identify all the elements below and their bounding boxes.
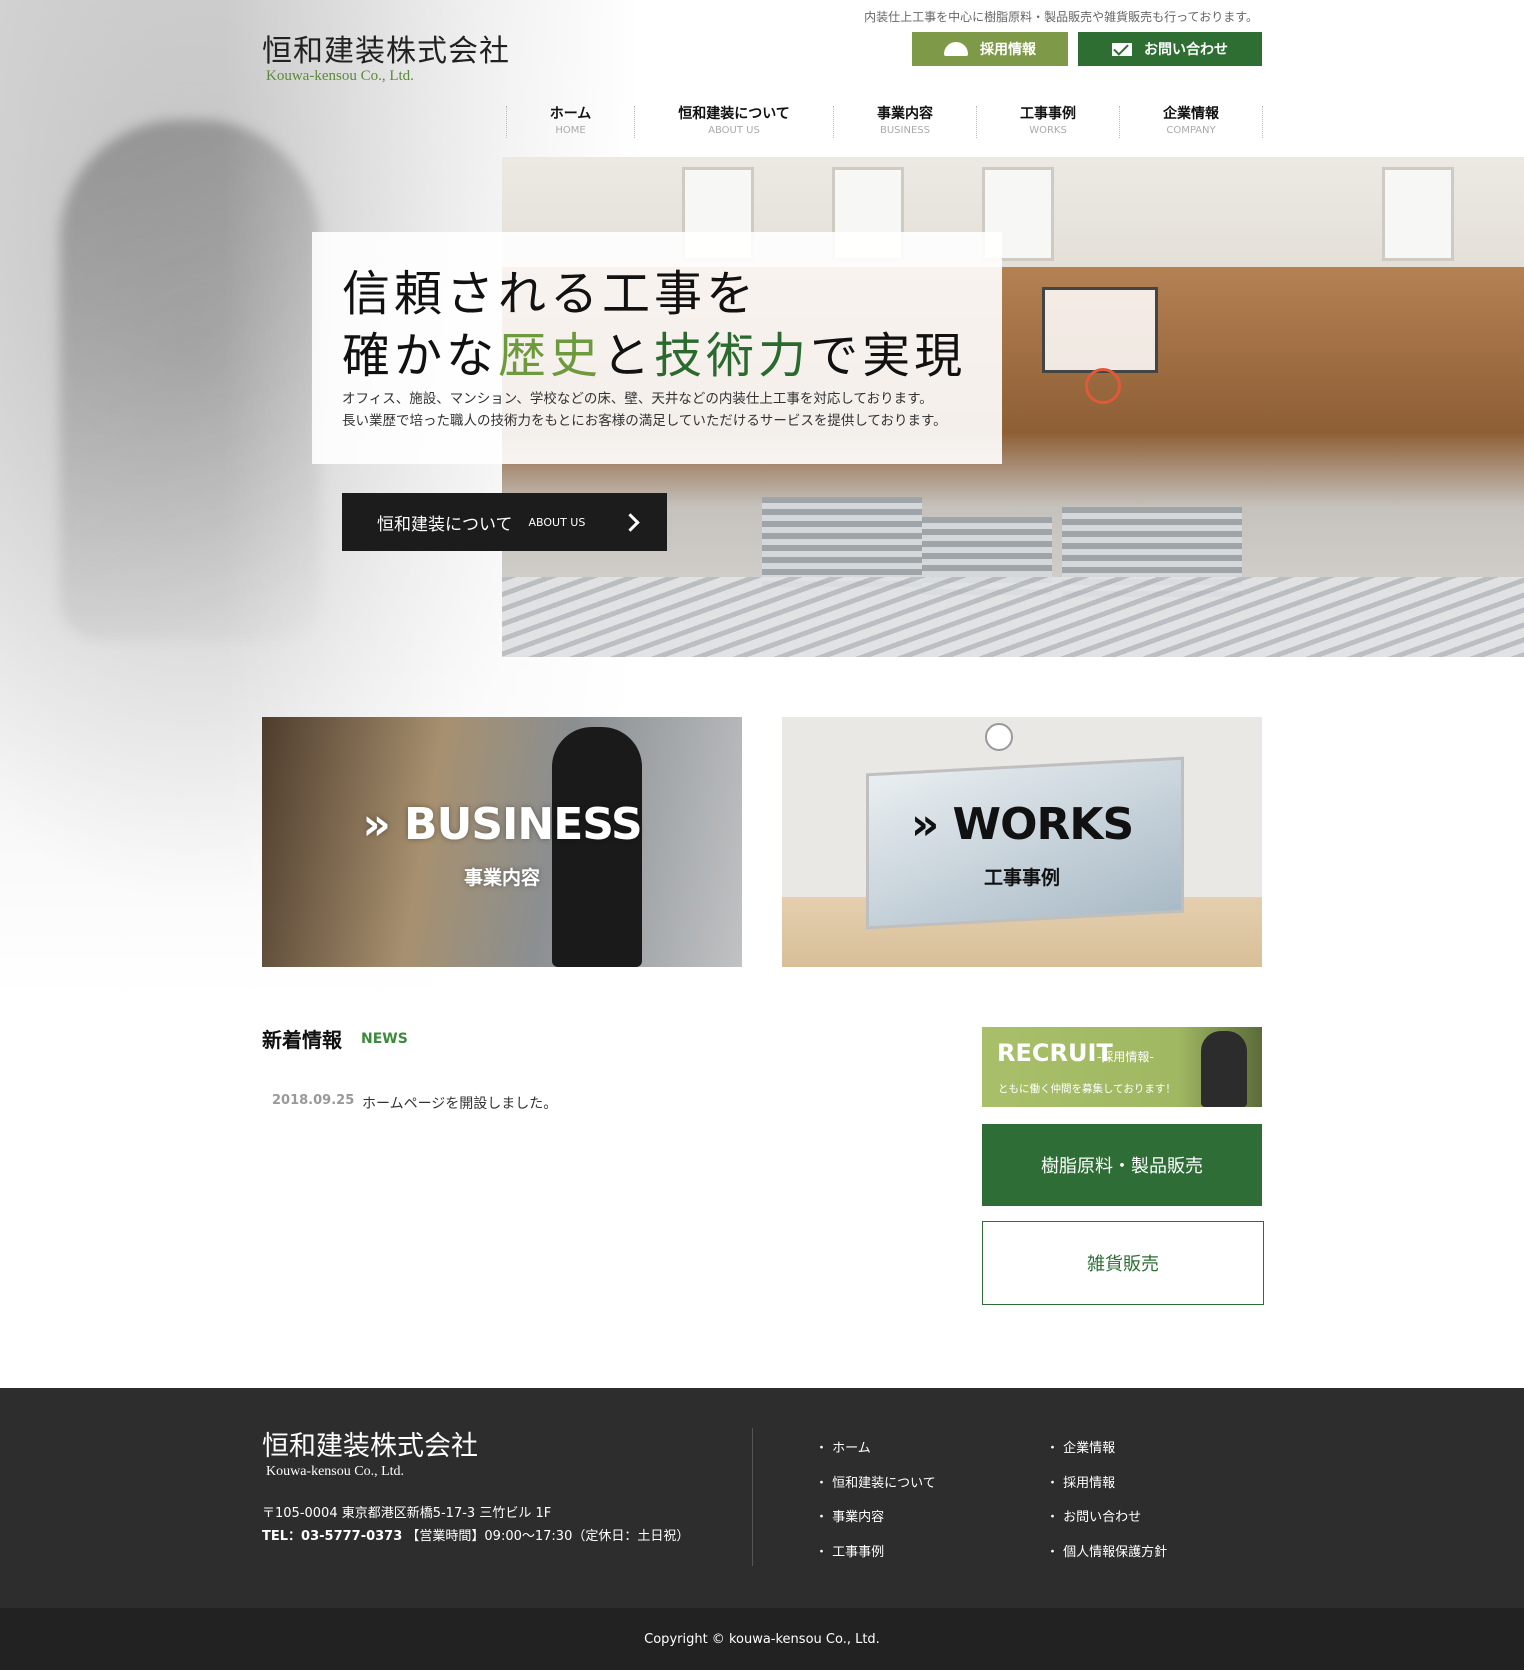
contact-button-label: お問い合わせ (1144, 42, 1228, 58)
footer-divider (752, 1428, 753, 1566)
recruit-button[interactable]: 採用情報 (912, 32, 1068, 66)
floor-pipes (502, 577, 1524, 657)
business-banner-title: » BUSINESS (362, 799, 642, 850)
news-heading-en: NEWS (361, 1031, 408, 1047)
nav-label: 工事事例 (1020, 106, 1076, 122)
about-us-label: 恒和建装について (377, 514, 513, 535)
recruit-banner-title: RECRUIT (997, 1039, 1113, 1067)
hero-description-line: オフィス、施設、マンション、学校などの床、壁、天井などの内装仕上工事を対応してお… (342, 391, 933, 407)
recruit-button-label: 採用情報 (980, 42, 1036, 58)
business-banner-subtitle: 事業内容 (463, 867, 540, 889)
works-banner-title: » WORKS (910, 799, 1134, 850)
hero-highlight-history: 歴史 (498, 328, 603, 384)
scaffold-stack (762, 497, 922, 587)
footer-contact-info: TEL：03-5777-0373 【営業時間】09:00〜17:30（定休日：土… (262, 1525, 689, 1544)
helmet-icon (944, 42, 968, 56)
nav-label: 企業情報 (1163, 106, 1219, 122)
nav-sublabel: HOME (555, 125, 586, 136)
nav-item-works[interactable]: 工事事例 WORKS (976, 106, 1119, 138)
news-heading: 新着情報 (262, 1028, 342, 1052)
hero-highlight-skill: 技術力 (654, 328, 811, 384)
goods-sales-button[interactable]: 雑貨販売 (982, 1221, 1264, 1305)
hero-headline-line2: 確かな歴史と技術力で実現 (342, 316, 966, 386)
mail-icon (1112, 42, 1132, 56)
hero-headline-line1: 信頼される工事を (342, 266, 759, 322)
nav-item-about[interactable]: 恒和建装について ABOUT US (634, 106, 833, 138)
nav-label: ホーム (549, 106, 592, 122)
footer-link-works[interactable]: ・ 工事事例 (815, 1541, 884, 1560)
clock-icon (985, 723, 1013, 751)
hero-description: オフィス、施設、マンション、学校などの床、壁、天井などの内装仕上工事を対応してお… (342, 388, 947, 432)
hero-text-box: 信頼される工事を 確かな歴史と技術力で実現 オフィス、施設、マンション、学校など… (312, 232, 1002, 464)
footer-logo-english[interactable]: Kouwa-kensou Co., Ltd. (266, 1464, 404, 1480)
footer-link-about[interactable]: ・ 恒和建装について (815, 1472, 936, 1491)
footer: 恒和建装株式会社 Kouwa-kensou Co., Ltd. 〒105-000… (0, 1388, 1524, 1608)
copyright: Copyright © kouwa-kensou Co., Ltd. (0, 1608, 1524, 1670)
about-us-sublabel: ABOUT US (528, 515, 586, 529)
window (1382, 167, 1454, 261)
nav-item-business[interactable]: 事業内容 BUSINESS (833, 106, 976, 138)
recruit-banner-description: ともに働く仲間を募集しております！ (998, 1083, 1176, 1095)
nav-sublabel: WORKS (1029, 125, 1067, 136)
nav-item-home[interactable]: ホーム HOME (506, 106, 634, 138)
nav-sublabel: COMPANY (1166, 125, 1216, 136)
logo-english[interactable]: Kouwa-kensou Co., Ltd. (266, 68, 414, 85)
hero-text: で実現 (810, 328, 967, 384)
recruit-banner-subtitle: -採用情報- (1097, 1050, 1154, 1064)
nav-item-company[interactable]: 企業情報 COMPANY (1119, 106, 1263, 138)
hero-description-line: 長い業歴で培った職人の技術力をもとにお客様の満足していただけるサービスを提供して… (342, 413, 947, 429)
chevron-right-icon (621, 512, 640, 532)
recruit-banner[interactable]: RECRUIT -採用情報- ともに働く仲間を募集しております！ (982, 1027, 1262, 1107)
footer-link-recruit[interactable]: ・ 採用情報 (1046, 1472, 1115, 1491)
news-item-link[interactable]: ホームページを開設しました。 (362, 1093, 557, 1113)
basketball-hoop (1042, 287, 1158, 404)
footer-link-contact[interactable]: ・ お問い合わせ (1046, 1506, 1141, 1525)
works-banner[interactable]: » WORKS 工事事例 (782, 717, 1262, 967)
nav-label: 事業内容 (877, 106, 933, 122)
footer-link-privacy[interactable]: ・ 個人情報保護方針 (1046, 1541, 1167, 1560)
about-us-button[interactable]: 恒和建装について ABOUT US (342, 493, 667, 551)
business-banner[interactable]: » BUSINESS 事業内容 (262, 717, 742, 967)
nav-label: 恒和建装について (678, 106, 790, 122)
footer-tel: TEL：03-5777-0373 (262, 1529, 403, 1544)
footer-address: 〒105-0004 東京都港区新橋5-17-3 三竹ビル 1F (262, 1506, 552, 1521)
footer-hours: 【営業時間】09:00〜17:30（定休日：土日祝） (402, 1529, 690, 1544)
footer-logo-japanese[interactable]: 恒和建装株式会社 (262, 1424, 478, 1463)
footer-link-business[interactable]: ・ 事業内容 (815, 1506, 884, 1525)
footer-link-company[interactable]: ・ 企業情報 (1046, 1437, 1115, 1456)
worker-figure (1201, 1031, 1247, 1107)
resin-sales-button[interactable]: 樹脂原料・製品販売 (982, 1124, 1262, 1206)
contact-button[interactable]: お問い合わせ (1078, 32, 1262, 66)
hero-text: と (602, 328, 655, 384)
nav-sublabel: BUSINESS (880, 125, 930, 136)
main-nav: ホーム HOME 恒和建装について ABOUT US 事業内容 BUSINESS… (506, 106, 1263, 138)
works-banner-subtitle: 工事事例 (983, 867, 1060, 889)
logo-japanese[interactable]: 恒和建装株式会社 (262, 26, 510, 70)
news-date: 2018.09.25 (272, 1093, 355, 1108)
footer-link-home[interactable]: ・ ホーム (815, 1437, 871, 1456)
nav-sublabel: ABOUT US (708, 125, 760, 136)
hero-text: 確かな (342, 328, 499, 384)
header-tagline: 内装仕上工事を中心に樹脂原料・製品販売や雑貨販売も行っております。 (864, 10, 1258, 24)
